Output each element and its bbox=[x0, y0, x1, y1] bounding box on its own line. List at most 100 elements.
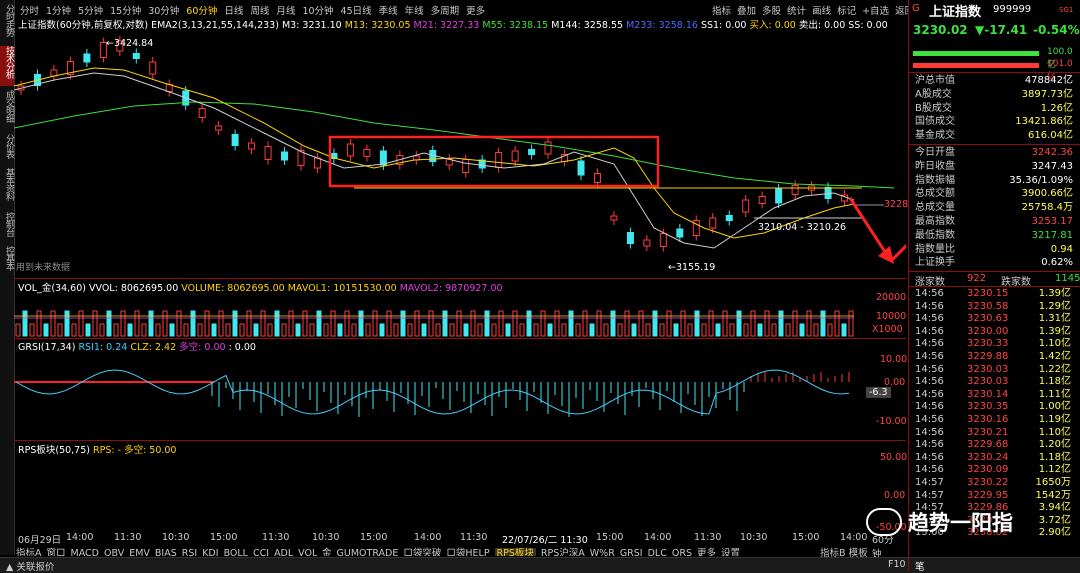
volume-bar bbox=[554, 310, 560, 337]
volume-bar bbox=[792, 310, 798, 337]
menu-draw[interactable]: 画线 bbox=[812, 6, 831, 17]
period-10min[interactable]: 10分钟 bbox=[302, 6, 333, 17]
menu-stats[interactable]: 统计 bbox=[787, 6, 806, 17]
volume-bar bbox=[218, 310, 224, 337]
period-5min[interactable]: 5分钟 bbox=[78, 6, 103, 17]
candle bbox=[149, 61, 157, 75]
tab-settings[interactable]: 设置 bbox=[721, 548, 740, 556]
volume-bar bbox=[92, 310, 98, 337]
tick-tab[interactable]: 笔 bbox=[915, 559, 925, 573]
period-1min[interactable]: 1分钟 bbox=[46, 6, 71, 17]
stat-row: A股成交 3897.73亿 bbox=[909, 88, 1077, 102]
candlestick-chart[interactable] bbox=[14, 28, 906, 278]
stat-label: 基金成交 bbox=[915, 130, 955, 142]
menu-add-watch[interactable]: +自选 bbox=[862, 6, 889, 17]
tab-qrs[interactable]: QRS bbox=[672, 548, 692, 556]
tab-basic-info[interactable]: 基本资料 bbox=[0, 168, 14, 208]
volume-bar bbox=[456, 310, 462, 337]
tab-rps-sector[interactable]: RPS板块 bbox=[494, 548, 536, 556]
rps-axis-50: 50.00 bbox=[880, 452, 908, 463]
tab-price-table[interactable]: 分价表 bbox=[0, 134, 14, 166]
candles bbox=[17, 36, 849, 252]
menu-indicator[interactable]: 指标 bbox=[712, 6, 731, 17]
volume-bar bbox=[148, 310, 154, 337]
period-more[interactable]: 更多 bbox=[466, 6, 485, 17]
stat-label: 指数振幅 bbox=[915, 174, 955, 186]
tab-tech-analysis[interactable]: 技术分析 bbox=[0, 46, 14, 86]
tab-wr[interactable]: W%R bbox=[590, 548, 615, 556]
tab-grsi[interactable]: GRSI bbox=[620, 548, 643, 556]
candle bbox=[725, 215, 733, 221]
stat-value: 478842亿 bbox=[1024, 75, 1073, 86]
volume-bar bbox=[470, 310, 476, 337]
tick-volume: 1.00亿 bbox=[1038, 401, 1071, 413]
tab-console[interactable]: 控制台 bbox=[0, 212, 14, 242]
tab-bias[interactable]: BIAS bbox=[155, 548, 177, 556]
tab-pocket-breakout[interactable]: 口袋突破 bbox=[403, 548, 441, 556]
candle bbox=[313, 157, 321, 169]
tab-indicator-a[interactable]: 指标A bbox=[16, 548, 42, 556]
volume-bar bbox=[568, 310, 574, 337]
tick-price: 3230.00 bbox=[967, 325, 1009, 337]
tab-pocket-help[interactable]: 口袋HELP bbox=[446, 548, 489, 556]
volume-bar bbox=[512, 310, 518, 337]
tick-time: 14:57 bbox=[915, 477, 944, 488]
volume-bar bbox=[764, 310, 770, 337]
watermark-text: 趋势一阳指 bbox=[908, 511, 1013, 535]
volume-bar bbox=[295, 323, 301, 337]
volume-chart[interactable] bbox=[14, 290, 864, 338]
future-data-note: 用到未来数据 bbox=[16, 263, 71, 273]
tab-rsi[interactable]: RSI bbox=[182, 548, 197, 556]
volume-bar bbox=[785, 323, 791, 337]
volume-bar bbox=[225, 323, 231, 337]
tick-volume: 1.19亿 bbox=[1038, 414, 1071, 425]
tab-emv[interactable]: EMV bbox=[129, 548, 150, 556]
tab-obv[interactable]: OBV bbox=[104, 548, 124, 556]
period-45day[interactable]: 45日线 bbox=[341, 6, 372, 17]
period-60min[interactable]: 60分钟 bbox=[186, 6, 217, 17]
grsi-current-value: -6.3 bbox=[866, 387, 891, 398]
menu-mark[interactable]: 标记 bbox=[837, 6, 856, 17]
candle bbox=[264, 146, 272, 160]
tab-adl[interactable]: ADL bbox=[274, 548, 293, 556]
tab-macd[interactable]: MACD bbox=[71, 548, 99, 556]
period-season[interactable]: 季线 bbox=[379, 6, 398, 17]
volume-bar bbox=[820, 310, 826, 337]
volume-bar bbox=[288, 310, 294, 337]
wechat-icon bbox=[866, 508, 902, 536]
f10-button[interactable]: F10 bbox=[888, 559, 906, 570]
period-week[interactable]: 周线 bbox=[250, 6, 269, 17]
tab-control-basic[interactable]: 控基本 bbox=[0, 246, 14, 276]
tick-volume: 1.22亿 bbox=[1038, 363, 1071, 375]
period-30min[interactable]: 30分钟 bbox=[148, 6, 179, 17]
tab-more[interactable]: 更多 bbox=[697, 548, 716, 556]
period-month[interactable]: 月线 bbox=[276, 6, 295, 17]
period-day[interactable]: 日线 bbox=[224, 6, 243, 17]
tab-cci[interactable]: CCI bbox=[253, 548, 269, 556]
tick-row: 14:56 3229.88 1.42亿 bbox=[909, 351, 1077, 364]
tab-gumotrade[interactable]: GUMOTRADE bbox=[337, 548, 399, 556]
tab-trade-detail[interactable]: 成交明细 bbox=[0, 90, 14, 130]
volume-bar bbox=[589, 323, 595, 337]
tab-fenshi[interactable]: 分时走势 bbox=[0, 4, 14, 42]
tab-rps-hs-a[interactable]: RPS沪深A bbox=[541, 548, 585, 556]
period-fenshi[interactable]: 分时 bbox=[20, 6, 39, 17]
grsi-chart[interactable] bbox=[14, 348, 864, 438]
tab-kdj[interactable]: KDJ bbox=[202, 548, 218, 556]
volume-bar bbox=[631, 323, 637, 337]
volume-bar bbox=[176, 310, 182, 337]
period-multi[interactable]: 多周期 bbox=[431, 6, 460, 17]
menu-overlay[interactable]: 叠加 bbox=[737, 6, 756, 17]
volume-bar bbox=[246, 310, 252, 337]
period-15min[interactable]: 15分钟 bbox=[110, 6, 141, 17]
tab-window[interactable]: 窗口 bbox=[47, 548, 66, 556]
menu-multi-stock[interactable]: 多股 bbox=[762, 6, 781, 17]
candle bbox=[83, 53, 91, 63]
period-year[interactable]: 年线 bbox=[405, 6, 424, 17]
tab-dlc[interactable]: DLC bbox=[648, 548, 667, 556]
tab-boll[interactable]: BOLL bbox=[224, 548, 248, 556]
linked-quote[interactable]: ▲ 关联报价 bbox=[6, 559, 54, 573]
tab-vol-gold[interactable]: VOL_金 bbox=[298, 548, 331, 556]
volume-bar bbox=[232, 310, 238, 337]
stat-label: 国债成交 bbox=[915, 116, 955, 128]
